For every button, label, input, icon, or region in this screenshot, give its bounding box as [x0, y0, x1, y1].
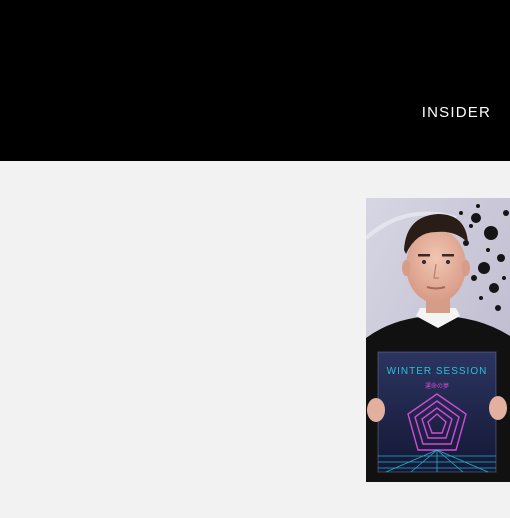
album-title: WINTER SESSION [387, 366, 488, 377]
photo-illustration: WINTER SESSION 運命の夢 [366, 198, 510, 482]
album-subtitle: 運命の夢 [425, 382, 449, 390]
article-hero-photo[interactable]: WINTER SESSION 運命の夢 [366, 198, 510, 482]
site-header: INSIDER [0, 0, 510, 161]
brand-insider-link[interactable]: INSIDER [422, 104, 491, 121]
